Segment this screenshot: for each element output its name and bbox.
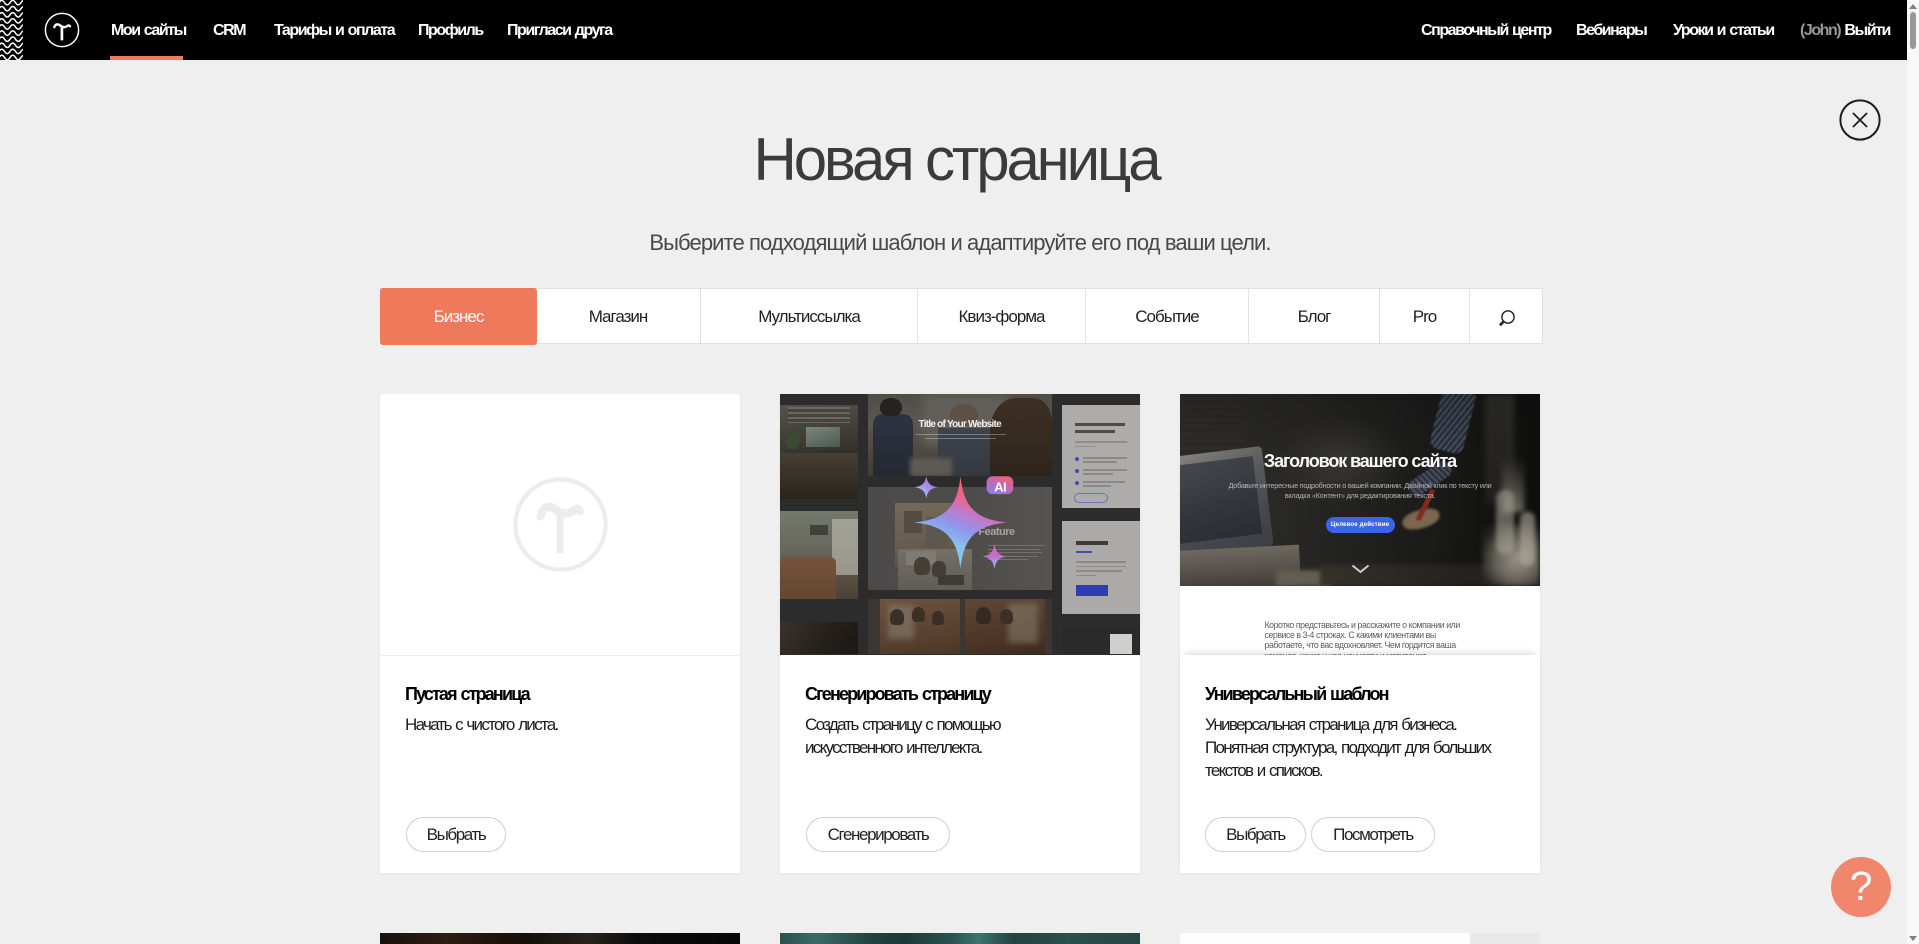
svg-text:AI: AI <box>994 479 1006 494</box>
